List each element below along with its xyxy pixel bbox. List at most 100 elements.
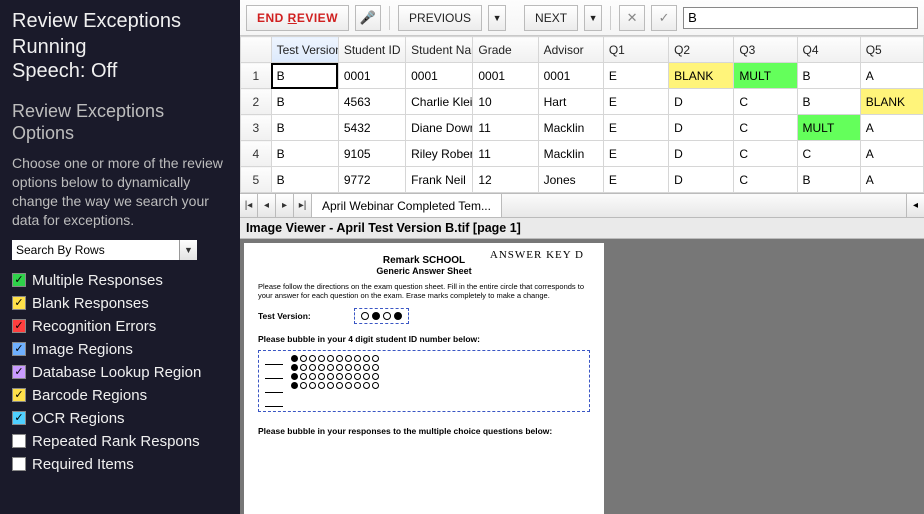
cell[interactable]: Diane Down <box>406 115 473 141</box>
cell[interactable]: E <box>603 141 668 167</box>
end-review-button[interactable]: END REVIEW <box>246 5 349 31</box>
image-viewer[interactable]: ANSWER KEY D Remark SCHOOL Generic Answe… <box>240 239 924 514</box>
cell[interactable]: A <box>860 63 923 89</box>
cell[interactable]: BLANK <box>860 89 923 115</box>
cell[interactable]: 5432 <box>338 115 405 141</box>
cell[interactable]: B <box>271 167 338 193</box>
cell[interactable]: 11 <box>473 141 538 167</box>
cell[interactable]: 0001 <box>538 63 603 89</box>
cell[interactable]: Jones <box>538 167 603 193</box>
checkbox-icon[interactable]: ✓ <box>12 296 26 310</box>
cell[interactable]: E <box>603 115 668 141</box>
cell[interactable]: MULT <box>797 115 860 141</box>
microphone-icon[interactable]: 🎤 <box>355 5 381 31</box>
cell[interactable]: E <box>603 89 668 115</box>
cancel-icon[interactable]: ✕ <box>619 5 645 31</box>
search-mode-dropdown[interactable]: Search By Rows ▼ <box>12 240 197 260</box>
row-number[interactable]: 1 <box>241 63 272 89</box>
cell[interactable]: C <box>734 167 797 193</box>
review-option[interactable]: Repeated Rank Respons <box>12 433 228 450</box>
checkbox-icon[interactable]: ✓ <box>12 342 26 356</box>
cell[interactable]: D <box>669 89 734 115</box>
row-number[interactable]: 5 <box>241 167 272 193</box>
sheet-nav-next-icon[interactable]: ▸ <box>276 194 294 217</box>
checkbox-icon[interactable]: ✓ <box>12 411 26 425</box>
sheet-scroll-left-icon[interactable]: ◂ <box>906 194 924 217</box>
cell[interactable]: Riley Robert <box>406 141 473 167</box>
review-option[interactable]: ✓Multiple Responses <box>12 272 228 289</box>
column-header[interactable]: Q2 <box>669 37 734 63</box>
review-option[interactable]: ✓Blank Responses <box>12 295 228 312</box>
row-number[interactable]: 3 <box>241 115 272 141</box>
row-number[interactable]: 4 <box>241 141 272 167</box>
previous-dropdown-button[interactable]: ▼ <box>488 5 506 31</box>
cell[interactable]: D <box>669 115 734 141</box>
table-row[interactable]: 4B9105Riley Robert11MacklinEDCCA <box>241 141 924 167</box>
cell[interactable]: Macklin <box>538 141 603 167</box>
review-option[interactable]: ✓OCR Regions <box>12 410 228 427</box>
cell[interactable]: A <box>860 115 923 141</box>
column-header[interactable]: Q4 <box>797 37 860 63</box>
cell[interactable]: C <box>734 141 797 167</box>
column-header[interactable]: Q1 <box>603 37 668 63</box>
cell[interactable]: C <box>734 89 797 115</box>
cell[interactable]: E <box>603 63 668 89</box>
review-option[interactable]: ✓Barcode Regions <box>12 387 228 404</box>
cell[interactable]: D <box>669 167 734 193</box>
checkbox-icon[interactable]: ✓ <box>12 365 26 379</box>
column-header[interactable]: Test Version <box>271 37 338 63</box>
cell[interactable]: 9105 <box>338 141 405 167</box>
cell[interactable]: 0001 <box>338 63 405 89</box>
cell[interactable]: B <box>271 115 338 141</box>
review-option[interactable]: ✓Recognition Errors <box>12 318 228 335</box>
cell[interactable]: 0001 <box>473 63 538 89</box>
row-header-corner[interactable] <box>241 37 272 63</box>
checkbox-icon[interactable]: ✓ <box>12 273 26 287</box>
checkbox-icon[interactable] <box>12 457 26 471</box>
cell[interactable]: Frank Neil <box>406 167 473 193</box>
cell[interactable]: 9772 <box>338 167 405 193</box>
cell[interactable]: C <box>797 141 860 167</box>
cell[interactable]: BLANK <box>669 63 734 89</box>
column-header[interactable]: Student Nam <box>406 37 473 63</box>
dropdown-arrow-icon[interactable]: ▼ <box>179 240 197 260</box>
cell[interactable]: A <box>860 167 923 193</box>
checkbox-icon[interactable]: ✓ <box>12 388 26 402</box>
cell[interactable]: C <box>734 115 797 141</box>
cell[interactable]: Hart <box>538 89 603 115</box>
checkbox-icon[interactable]: ✓ <box>12 319 26 333</box>
column-header[interactable]: Grade <box>473 37 538 63</box>
row-number[interactable]: 2 <box>241 89 272 115</box>
sheet-tab[interactable]: April Webinar Completed Tem... <box>312 194 502 217</box>
cell[interactable]: 4563 <box>338 89 405 115</box>
cell[interactable]: 0001 <box>406 63 473 89</box>
previous-button[interactable]: PREVIOUS <box>398 5 482 31</box>
column-header[interactable]: Q3 <box>734 37 797 63</box>
cell-edit-input[interactable] <box>683 7 918 29</box>
cell[interactable]: D <box>669 141 734 167</box>
sheet-nav-prev-icon[interactable]: ◂ <box>258 194 276 217</box>
cell[interactable]: 12 <box>473 167 538 193</box>
sheet-nav-last-icon[interactable]: ▸| <box>294 194 312 217</box>
cell[interactable]: 11 <box>473 115 538 141</box>
cell[interactable]: B <box>797 89 860 115</box>
cell[interactable]: E <box>603 167 668 193</box>
cell[interactable]: B <box>271 89 338 115</box>
cell[interactable]: Charlie Klein <box>406 89 473 115</box>
column-header[interactable]: Student ID <box>338 37 405 63</box>
column-header[interactable]: Advisor <box>538 37 603 63</box>
confirm-icon[interactable]: ✓ <box>651 5 677 31</box>
review-option[interactable]: Required Items <box>12 456 228 473</box>
cell[interactable]: 10 <box>473 89 538 115</box>
cell[interactable]: MULT <box>734 63 797 89</box>
cell[interactable]: Macklin <box>538 115 603 141</box>
table-row[interactable]: 2B4563Charlie Klein10HartEDCBBLANK <box>241 89 924 115</box>
sheet-nav-first-icon[interactable]: |◂ <box>240 194 258 217</box>
cell[interactable]: B <box>797 63 860 89</box>
table-row[interactable]: 3B5432Diane Down11MacklinEDCMULTA <box>241 115 924 141</box>
next-dropdown-button[interactable]: ▼ <box>584 5 602 31</box>
table-row[interactable]: 5B9772Frank Neil12JonesEDCBA <box>241 167 924 193</box>
cell[interactable]: B <box>271 63 338 89</box>
cell[interactable]: B <box>797 167 860 193</box>
checkbox-icon[interactable] <box>12 434 26 448</box>
